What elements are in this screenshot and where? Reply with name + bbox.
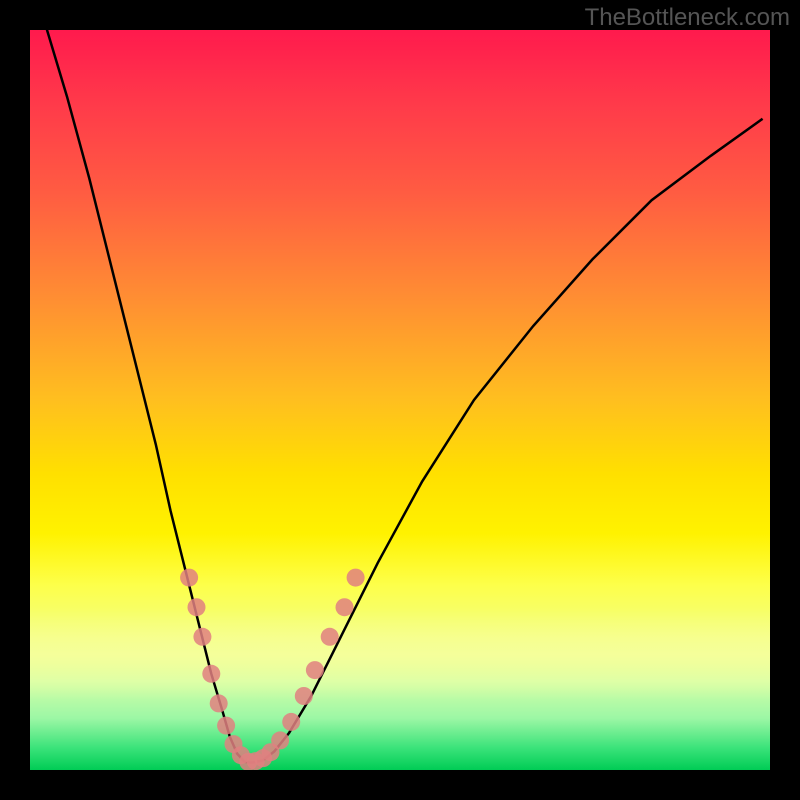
marker-point <box>306 661 324 679</box>
watermark-text: TheBottleneck.com <box>585 4 790 32</box>
marker-point <box>336 598 354 616</box>
bottleneck-curve <box>45 30 763 763</box>
plot-area <box>30 30 770 770</box>
marker-point <box>321 628 339 646</box>
markers-group <box>180 569 365 770</box>
marker-point <box>193 628 211 646</box>
marker-point <box>282 713 300 731</box>
marker-point <box>210 694 228 712</box>
marker-point <box>188 598 206 616</box>
marker-point <box>347 569 365 587</box>
curve-svg <box>30 30 770 770</box>
marker-point <box>217 717 235 735</box>
marker-point <box>202 665 220 683</box>
marker-point <box>295 687 313 705</box>
marker-point <box>180 569 198 587</box>
chart-frame: TheBottleneck.com <box>0 0 800 800</box>
marker-point <box>271 731 289 749</box>
